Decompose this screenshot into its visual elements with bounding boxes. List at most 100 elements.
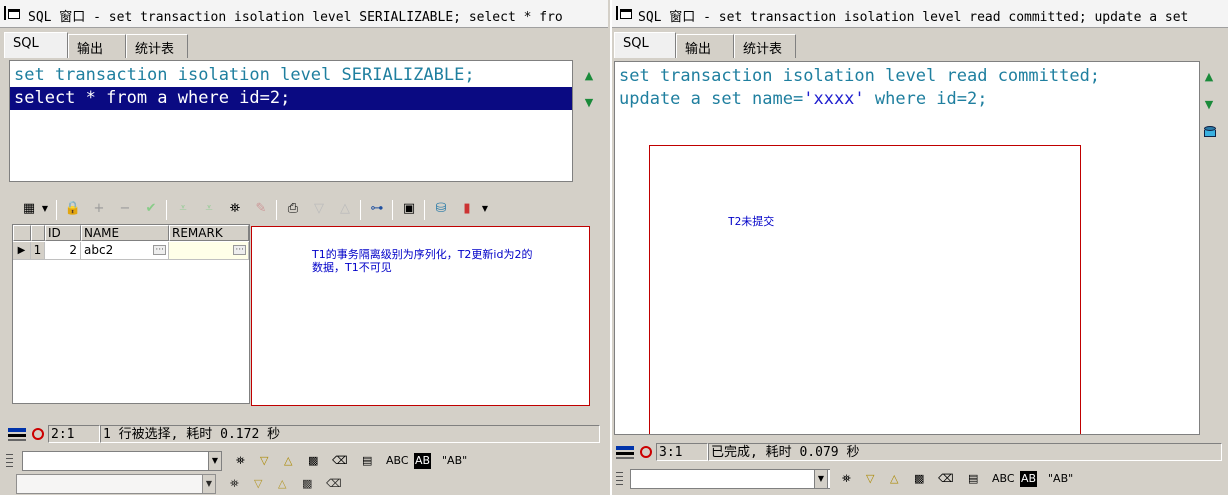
eraser-icon[interactable]: ⌫ — [332, 453, 348, 469]
left-find-dropdown-secondary-icon[interactable]: ▼ — [202, 474, 216, 494]
right-sql-editor[interactable]: set transaction isolation level read com… — [614, 61, 1200, 435]
right-line-2-part-c: where id=2; — [864, 89, 988, 109]
right-status-message: 已完成, 耗时 0.079 秒 — [708, 443, 1222, 461]
find-bar-grip[interactable] — [616, 469, 624, 489]
status-layout-icon — [8, 426, 26, 442]
find-option-icon[interactable]: ▤ — [362, 453, 372, 469]
find-previous-secondary-icon[interactable]: △ — [278, 476, 286, 492]
left-tab-output[interactable]: 输出 — [68, 34, 126, 58]
eraser-secondary-icon[interactable]: ⌫ — [326, 476, 342, 492]
single-record-view-icon[interactable]: ⊶ — [368, 200, 386, 218]
sql-window-icon — [4, 5, 20, 21]
left-title-bar[interactable]: SQL 窗口 - set transaction isolation level… — [0, 0, 608, 28]
save-icon[interactable]: ▣ — [400, 200, 418, 218]
next-statement-icon[interactable]: ▼ — [582, 96, 596, 110]
chart-icon[interactable]: ▮ — [458, 200, 476, 218]
status-refresh-icon[interactable] — [640, 446, 652, 458]
left-results-toolbar: ▦ ▼ 🔒 + − ✔ ⩡ ⩡ ⛯ ✎ ⎙ ▽ △ ⊶ ▣ ⛁ ▮ ▼ — [14, 198, 594, 222]
right-window-title: SQL 窗口 - set transaction isolation level… — [638, 10, 1189, 25]
left-find-input-secondary[interactable] — [16, 474, 206, 494]
right-tab-sql[interactable]: SQL — [614, 32, 676, 58]
status-refresh-icon[interactable] — [32, 428, 44, 440]
find-next-icon[interactable]: ▽ — [260, 453, 268, 469]
column-header-name[interactable]: NAME — [81, 225, 169, 241]
left-tab-sql[interactable]: SQL — [4, 32, 68, 58]
export-icon[interactable]: ⛁ — [432, 200, 450, 218]
right-title-bar[interactable]: SQL 窗口 - set transaction isolation level… — [612, 0, 1228, 28]
highlight-secondary-icon[interactable]: ▩ — [302, 476, 312, 492]
find-previous-icon[interactable]: △ — [890, 471, 898, 487]
post-changes-icon[interactable]: ✔ — [142, 200, 160, 218]
cell-name-ellipsis-button[interactable]: ··· — [153, 245, 166, 255]
cell-remark-ellipsis-button[interactable]: ··· — [233, 245, 246, 255]
grid-view-dropdown-icon[interactable]: ▼ — [40, 200, 50, 218]
right-tab-strip: SQL 输出 统计表 — [614, 32, 1228, 58]
left-tab-statistics[interactable]: 统计表 — [126, 34, 188, 58]
whole-word-toggle[interactable]: AB — [1020, 471, 1038, 487]
prev-statement-icon[interactable]: ▲ — [1202, 70, 1216, 84]
find-next-icon[interactable]: ▽ — [866, 471, 874, 487]
left-find-bar: ▼ ⛯ ▽ △ ▩ ⌫ ▤ ABC AB "AB" — [4, 451, 604, 473]
right-editor-line-2[interactable]: update a set name='xxxx' where id=2; — [615, 88, 1199, 111]
next-statement-icon[interactable]: ▼ — [1202, 98, 1216, 112]
regex-toggle[interactable]: "AB" — [1048, 471, 1073, 487]
cell-id[interactable]: 2 — [45, 242, 81, 260]
left-annotation-text: T1的事务隔离级别为序列化，T2更新id为2的 数据，T1不可见 — [312, 248, 532, 274]
right-annotation-text: T2未提交 — [728, 215, 775, 228]
right-find-input[interactable] — [630, 469, 830, 489]
right-sql-window: SQL 窗口 - set transaction isolation level… — [610, 0, 1228, 495]
regex-toggle[interactable]: "AB" — [442, 453, 467, 469]
insert-record-icon[interactable]: + — [90, 200, 108, 218]
find-option-icon[interactable]: ▤ — [968, 471, 978, 487]
left-find-input[interactable] — [22, 451, 212, 471]
database-icon[interactable] — [1202, 124, 1218, 140]
fetch-last-icon[interactable]: ⩡ — [200, 200, 218, 218]
column-header-remark[interactable]: REMARK — [169, 225, 249, 241]
highlight-icon[interactable]: ▩ — [914, 471, 924, 487]
case-sensitive-toggle[interactable]: ABC — [386, 453, 409, 469]
previous-record-icon[interactable]: ▽ — [310, 200, 328, 218]
left-tab-strip: SQL 输出 统计表 — [4, 32, 608, 58]
left-cursor-position: 2:1 — [48, 425, 100, 443]
right-cursor-position: 3:1 — [656, 443, 708, 461]
delete-record-icon[interactable]: − — [116, 200, 134, 218]
lock-icon[interactable]: 🔒 — [64, 200, 82, 218]
right-annotation-box: T2未提交 — [649, 145, 1081, 434]
fetch-next-icon[interactable]: ⩡ — [174, 200, 192, 218]
next-record-icon[interactable]: △ — [336, 200, 354, 218]
case-sensitive-toggle[interactable]: ABC — [992, 471, 1015, 487]
grid-view-icon[interactable]: ▦ — [18, 200, 40, 218]
right-tab-statistics[interactable]: 统计表 — [734, 34, 796, 58]
cell-name-text: abc2 — [84, 243, 114, 257]
query-by-example-icon[interactable]: ⎙ — [284, 200, 302, 218]
right-find-dropdown-icon[interactable]: ▼ — [814, 469, 828, 489]
highlight-icon[interactable]: ▩ — [308, 453, 318, 469]
row-number: 1 — [31, 242, 45, 260]
find-bar-grip[interactable] — [6, 451, 14, 471]
cell-remark[interactable]: ··· — [169, 242, 249, 260]
left-results-grid[interactable]: ID NAME REMARK ▶ 1 2 abc2 ··· ··· — [12, 224, 250, 404]
find-binoculars-icon[interactable]: ⛯ — [236, 453, 245, 469]
cell-name[interactable]: abc2 ··· — [81, 242, 169, 260]
find-next-secondary-icon[interactable]: ▽ — [254, 476, 262, 492]
left-annotation-line-1: T1的事务隔离级别为序列化，T2更新id为2的 — [312, 248, 533, 261]
prev-statement-icon[interactable]: ▲ — [582, 69, 596, 83]
left-editor-line-2-selected[interactable]: select * from a where id=2; — [10, 87, 572, 110]
find-binoculars-secondary-icon[interactable]: ⛯ — [230, 476, 239, 492]
left-find-bar-secondary: ▼ ⛯ ▽ △ ▩ ⌫ — [4, 474, 604, 495]
right-editor-line-1[interactable]: set transaction isolation level read com… — [615, 65, 1199, 88]
chart-dropdown-icon[interactable]: ▼ — [480, 200, 490, 218]
clear-icon[interactable]: ✎ — [252, 200, 270, 218]
whole-word-toggle[interactable]: AB — [414, 453, 432, 469]
right-tab-output[interactable]: 输出 — [676, 34, 734, 58]
find-binoculars-icon[interactable]: ⛯ — [226, 200, 244, 218]
left-sql-editor[interactable]: set transaction isolation level SERIALIZ… — [9, 60, 573, 182]
left-editor-line-1[interactable]: set transaction isolation level SERIALIZ… — [10, 64, 572, 87]
column-header-id[interactable]: ID — [45, 225, 81, 241]
left-find-dropdown-icon[interactable]: ▼ — [208, 451, 222, 471]
find-previous-icon[interactable]: △ — [284, 453, 292, 469]
find-binoculars-icon[interactable]: ⛯ — [842, 471, 851, 487]
right-line-2-string: 'xxxx' — [803, 89, 865, 109]
grid-corner — [13, 225, 31, 241]
eraser-icon[interactable]: ⌫ — [938, 471, 954, 487]
